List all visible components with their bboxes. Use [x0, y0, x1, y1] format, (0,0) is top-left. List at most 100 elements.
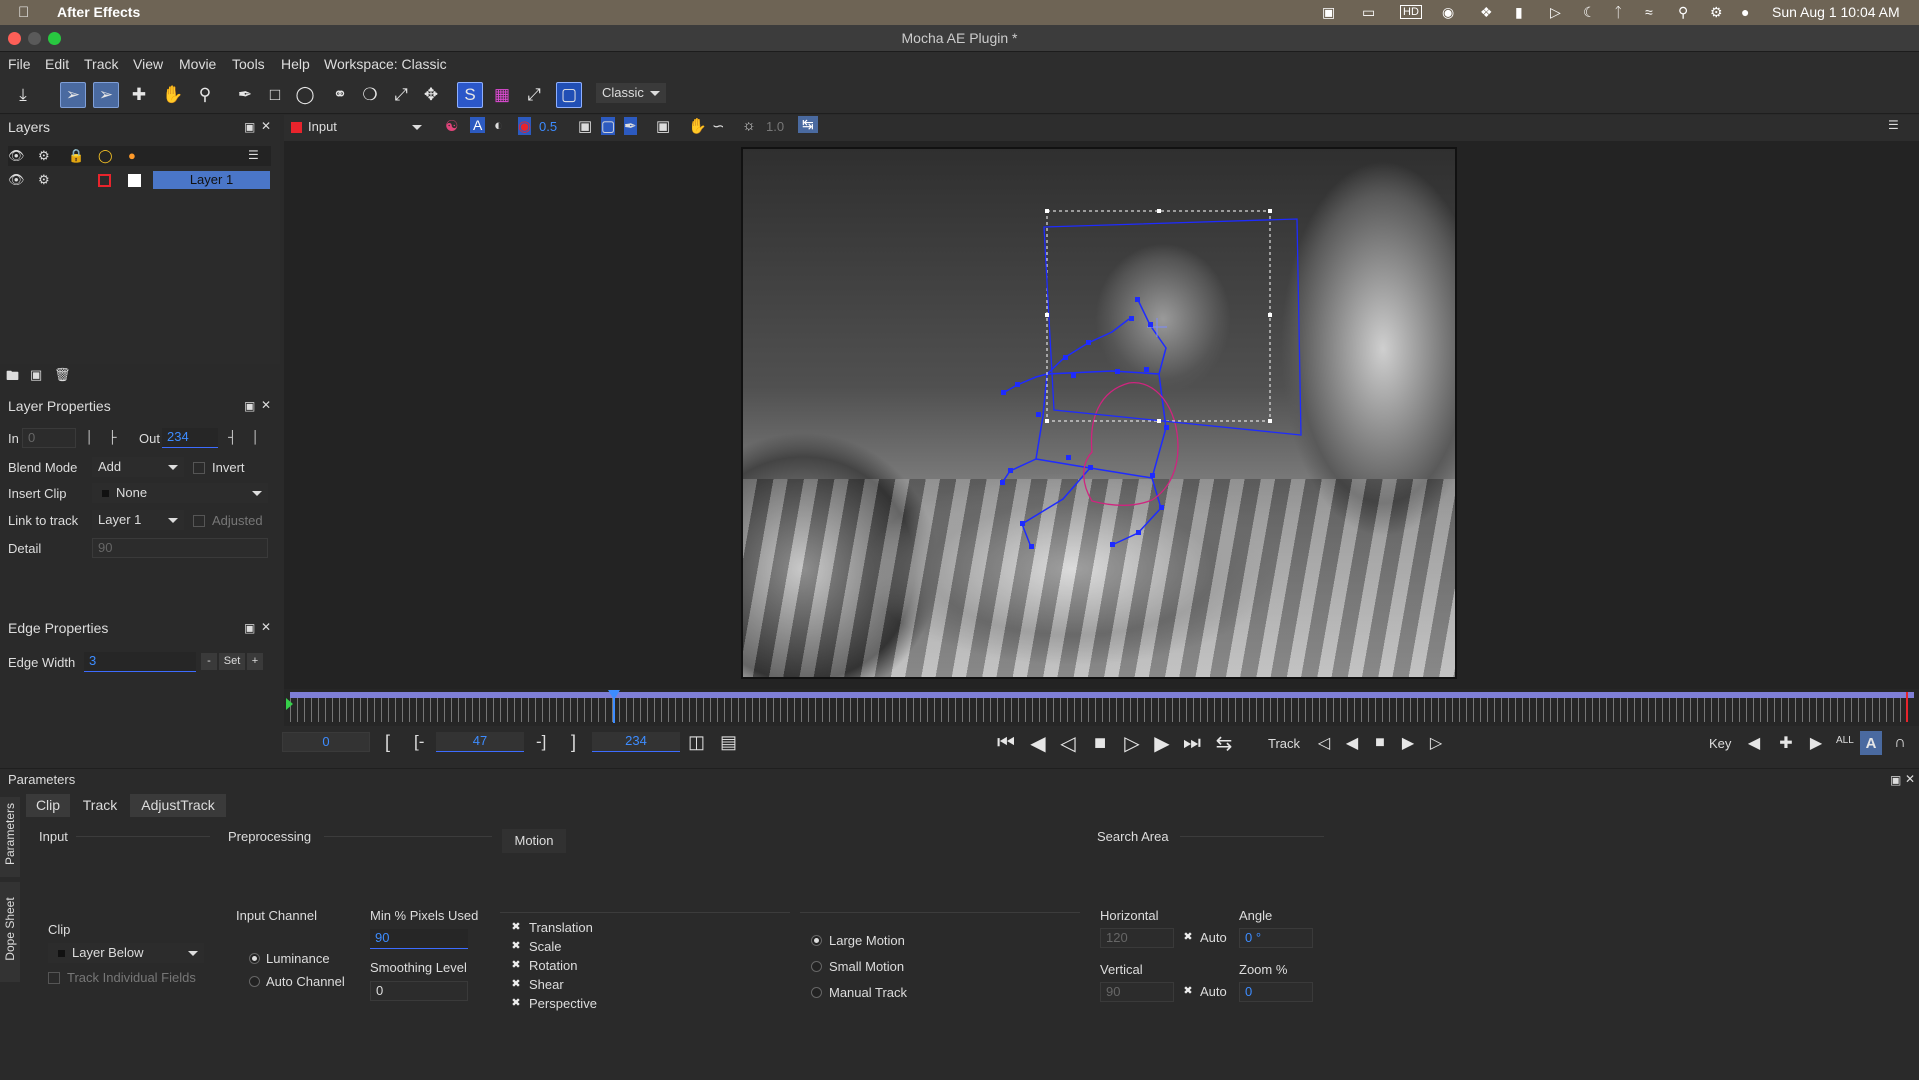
screen-record-icon[interactable]: ▣ — [1322, 4, 1335, 21]
autokey-toggle-icon[interactable]: A — [1860, 731, 1882, 755]
overlay-monitor-icon[interactable]: ▣ — [578, 117, 592, 135]
compare-view-icon[interactable]: ▣ — [656, 117, 670, 135]
save-icon[interactable]: ⤓ — [10, 82, 36, 108]
set-in-button[interactable]: [- — [414, 732, 424, 752]
goto-in-icon[interactable]: ├ — [108, 430, 117, 444]
out-bracket-button[interactable]: ] — [571, 732, 576, 753]
manual-track-radio[interactable] — [811, 987, 822, 998]
overlay-toggle-icon[interactable]: ▢ — [601, 117, 616, 135]
duplicate-layer-icon[interactable]: ▣ — [30, 367, 42, 383]
menu-movie[interactable]: Movie — [179, 56, 216, 72]
zoom-tool-icon[interactable]: ⚲ — [192, 82, 218, 108]
reset-timeline-icon[interactable]: ▤ — [720, 732, 737, 753]
shear-checkbox[interactable]: ✖ — [510, 979, 522, 991]
dropbox-icon[interactable]: ❖ — [1480, 4, 1493, 21]
perspective-checkbox[interactable]: ✖ — [510, 998, 522, 1010]
minimize-window-button[interactable] — [28, 32, 41, 45]
prev-keyframe-icon[interactable]: ◀ — [1744, 731, 1764, 755]
bluetooth-icon[interactable]: ᛏ — [1614, 4, 1622, 20]
close-params-icon[interactable]: ✕ — [1905, 772, 1915, 786]
pan-hand-icon[interactable]: ✋ — [160, 82, 186, 108]
select-tool-icon[interactable]: ➢ — [60, 82, 86, 108]
input-select[interactable]: Input — [302, 117, 428, 137]
set-out-icon[interactable]: │ — [252, 430, 260, 444]
luminance-radio[interactable] — [249, 953, 260, 964]
goto-end-icon[interactable]: ⏭ — [1180, 731, 1204, 755]
float-panel-icon-3[interactable]: ▣ — [244, 621, 255, 635]
layer-cog-icon[interactable]: ⚙ — [38, 172, 50, 188]
layer-row-layer-1[interactable]: Layer 1 — [153, 171, 270, 189]
alpha-toggle-icon[interactable]: A — [470, 117, 486, 133]
goto-start-icon[interactable]: ⏮ — [994, 731, 1018, 755]
zoom-timeline-icon[interactable]: ◫ — [688, 732, 705, 753]
viewer-menu-icon[interactable]: ☰ — [1888, 118, 1899, 132]
track-stop-icon[interactable]: ■ — [1370, 731, 1390, 755]
float-panel-icon-2[interactable]: ▣ — [244, 399, 255, 413]
play-backwards-icon[interactable]: ◁ — [1056, 731, 1080, 755]
tab-dope-sheet-vertical[interactable]: Dope Sheet — [0, 882, 20, 982]
set-in-icon[interactable]: │ — [86, 430, 94, 444]
zoom-window-button[interactable] — [48, 32, 61, 45]
cache-toggle-icon[interactable]: ↹ — [798, 116, 818, 133]
app-name[interactable]: After Effects — [57, 4, 140, 20]
menu-view[interactable]: View — [133, 56, 163, 72]
layer-color-swatch[interactable] — [128, 174, 141, 187]
add-keyframe-icon[interactable]: ✚ — [1776, 731, 1796, 755]
new-layer-folder-icon[interactable]: 🖿 — [6, 367, 19, 389]
tab-adjusttrack[interactable]: AdjustTrack — [130, 794, 226, 817]
tab-clip[interactable]: Clip — [26, 794, 70, 817]
horizontal-field[interactable]: 120 — [1100, 928, 1174, 948]
set-out-button[interactable]: -] — [536, 732, 546, 752]
tracking-spline-outer[interactable] — [1035, 370, 1167, 479]
edge-width-plus-button[interactable]: + — [247, 653, 263, 670]
link-icon[interactable]: ⚭ — [327, 82, 353, 108]
show-layer-icon[interactable]: ◐ — [494, 117, 503, 134]
tab-parameters-vertical[interactable]: Parameters — [0, 797, 20, 877]
hd-icon[interactable]: HD — [1400, 5, 1422, 19]
tracking-overlay[interactable] — [741, 147, 1457, 679]
step-back-icon[interactable]: ◀ — [1026, 731, 1050, 755]
detail-field[interactable]: 90 — [92, 538, 268, 558]
stabilize-icon[interactable]: ∽ — [712, 117, 725, 135]
moon-icon[interactable]: ☾ — [1583, 4, 1596, 21]
vertical-auto-checkbox[interactable]: ✖ — [1182, 986, 1194, 998]
stop-icon[interactable]: ■ — [1088, 731, 1112, 755]
opacity-value[interactable]: 0.5 — [539, 119, 557, 134]
layer-spline-inner[interactable] — [1083, 382, 1179, 507]
menu-workspace[interactable]: Workspace: Classic — [324, 56, 447, 72]
min-pixels-field[interactable]: 90 — [370, 929, 468, 949]
scale-checkbox[interactable]: ✖ — [510, 941, 522, 953]
in-marker[interactable] — [286, 698, 293, 710]
small-motion-radio[interactable] — [811, 961, 822, 972]
menu-tools[interactable]: Tools — [232, 56, 265, 72]
out-point-field[interactable]: 234 — [162, 428, 218, 448]
lasso-icon[interactable]: ❍ — [357, 82, 383, 108]
all-keyframes-toggle[interactable]: ALL — [1836, 735, 1854, 746]
close-window-button[interactable] — [8, 32, 21, 45]
play-forwards-icon[interactable]: ▷ — [1120, 731, 1144, 755]
zoom-field[interactable]: 0 — [1239, 982, 1313, 1002]
next-keyframe-icon[interactable]: ▶ — [1806, 731, 1826, 755]
search-icon[interactable]: ⚲ — [1678, 4, 1688, 21]
spline-view-icon[interactable]: ✒ — [624, 117, 637, 135]
out-marker[interactable] — [1906, 692, 1908, 722]
horizontal-auto-checkbox[interactable]: ✖ — [1182, 932, 1194, 944]
close-panel-icon-3[interactable]: ✕ — [261, 620, 271, 634]
grid-toggle-icon[interactable]: ▦ — [489, 82, 515, 108]
rgb-channels-icon[interactable]: ☯ — [445, 117, 458, 135]
end-frame-field[interactable]: 234 — [592, 732, 680, 752]
large-motion-radio[interactable] — [811, 935, 822, 946]
blend-mode-select[interactable]: Add — [92, 457, 184, 477]
track-step-forward-icon[interactable]: ▶ — [1398, 731, 1418, 755]
menu-track[interactable]: Track — [84, 56, 118, 72]
rectangle-xspline-icon[interactable]: □ — [262, 82, 288, 108]
mattes-toggle-icon[interactable]: ◉ — [518, 117, 532, 135]
layer-visibility-toggle[interactable]: 👁 — [8, 172, 25, 188]
cast-icon[interactable]: ▭ — [1362, 4, 1375, 21]
clock-datetime[interactable]: Sun Aug 1 10:04 AM — [1772, 4, 1900, 20]
start-frame-field[interactable]: 0 — [282, 732, 370, 752]
xspline-pen-icon[interactable]: ✒ — [232, 82, 258, 108]
control-center-icon[interactable]: ⚙ — [1710, 4, 1723, 21]
select-points-tool-icon[interactable]: ➢ — [93, 82, 119, 108]
layers-menu-icon[interactable]: ☰ — [248, 148, 259, 162]
